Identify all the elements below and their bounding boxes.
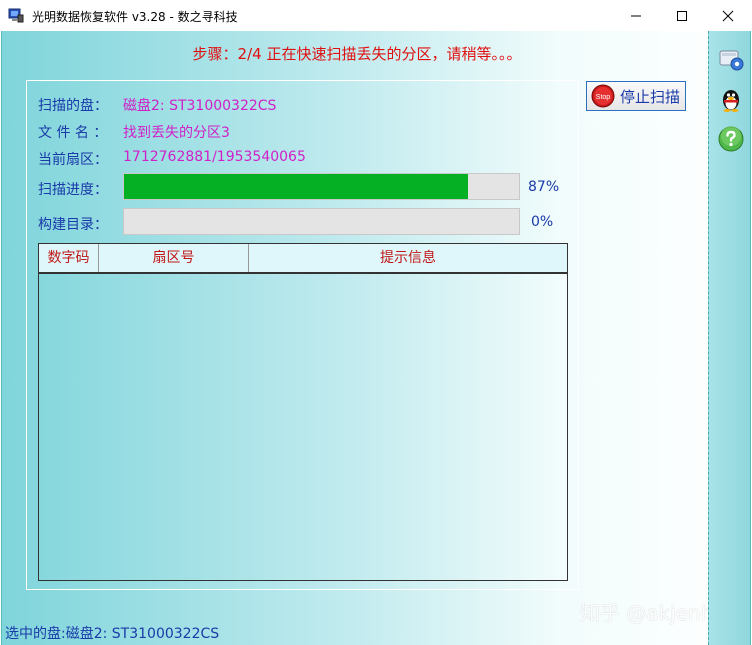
column-header-code[interactable]: 数字码 [39, 244, 99, 272]
file-name-value: 找到丢失的分区3 [123, 125, 230, 141]
right-sidebar [708, 31, 750, 645]
status-bar-text: 选中的盘:磁盘2: ST31000322CS [5, 626, 220, 642]
close-icon [722, 10, 734, 21]
results-table[interactable]: 数字码 扇区号 提示信息 [38, 243, 568, 581]
app-window: 光明数据恢复软件 v3.28 - 数之寻科技 步骤：2/4 正在快速扫描丢失的分… [0, 0, 752, 645]
scan-progress-fill [124, 174, 468, 199]
build-directory-percent: 0% [531, 214, 554, 230]
scan-progress-bar [123, 173, 520, 200]
disk-value: 磁盘2: ST31000322CS [123, 98, 277, 114]
settings-disk-icon[interactable] [717, 45, 745, 73]
current-sector-value: 1712762881/1953540065 [123, 149, 306, 165]
minimize-icon [631, 15, 641, 16]
maximize-button[interactable] [659, 0, 705, 31]
file-name-label: 文 件 名 ： [38, 125, 108, 141]
disk-label: 扫描的盘： [38, 98, 108, 114]
stop-icon-text: Stop [596, 94, 611, 101]
column-header-sector[interactable]: 扇区号 [99, 244, 249, 272]
close-button[interactable] [705, 0, 751, 31]
stop-scan-label: 停止扫描 [620, 87, 681, 106]
build-directory-bar [123, 208, 520, 235]
scan-progress-percent: 87% [528, 179, 560, 195]
column-header-info[interactable]: 提示信息 [249, 244, 567, 272]
maximize-icon [677, 10, 687, 21]
title-bar[interactable]: 光明数据恢复软件 v3.28 - 数之寻科技 [0, 0, 752, 31]
table-header: 数字码 扇区号 提示信息 [39, 244, 567, 274]
step-status-text: 步骤：2/4 正在快速扫描丢失的分区，请稍等。。。 [192, 45, 522, 63]
qq-penguin-icon[interactable] [717, 85, 745, 113]
scan-progress-label: 扫描进度： [38, 182, 108, 198]
stop-scan-button[interactable]: Stop 停止扫描 [586, 81, 686, 111]
window-title: 光明数据恢复软件 v3.28 - 数之寻科技 [32, 10, 238, 24]
build-directory-label: 构建目录： [38, 217, 108, 233]
watermark: 知乎 @akjenhd [580, 601, 727, 625]
minimize-button[interactable] [613, 0, 659, 31]
current-sector-label: 当前扇区： [38, 152, 108, 168]
app-monitor-icon [8, 8, 24, 23]
help-icon[interactable] [717, 125, 745, 153]
stop-sign-icon: Stop [591, 84, 615, 108]
client-area: 步骤：2/4 正在快速扫描丢失的分区，请稍等。。。 扫描的盘： 磁盘2: ST3… [1, 31, 751, 645]
